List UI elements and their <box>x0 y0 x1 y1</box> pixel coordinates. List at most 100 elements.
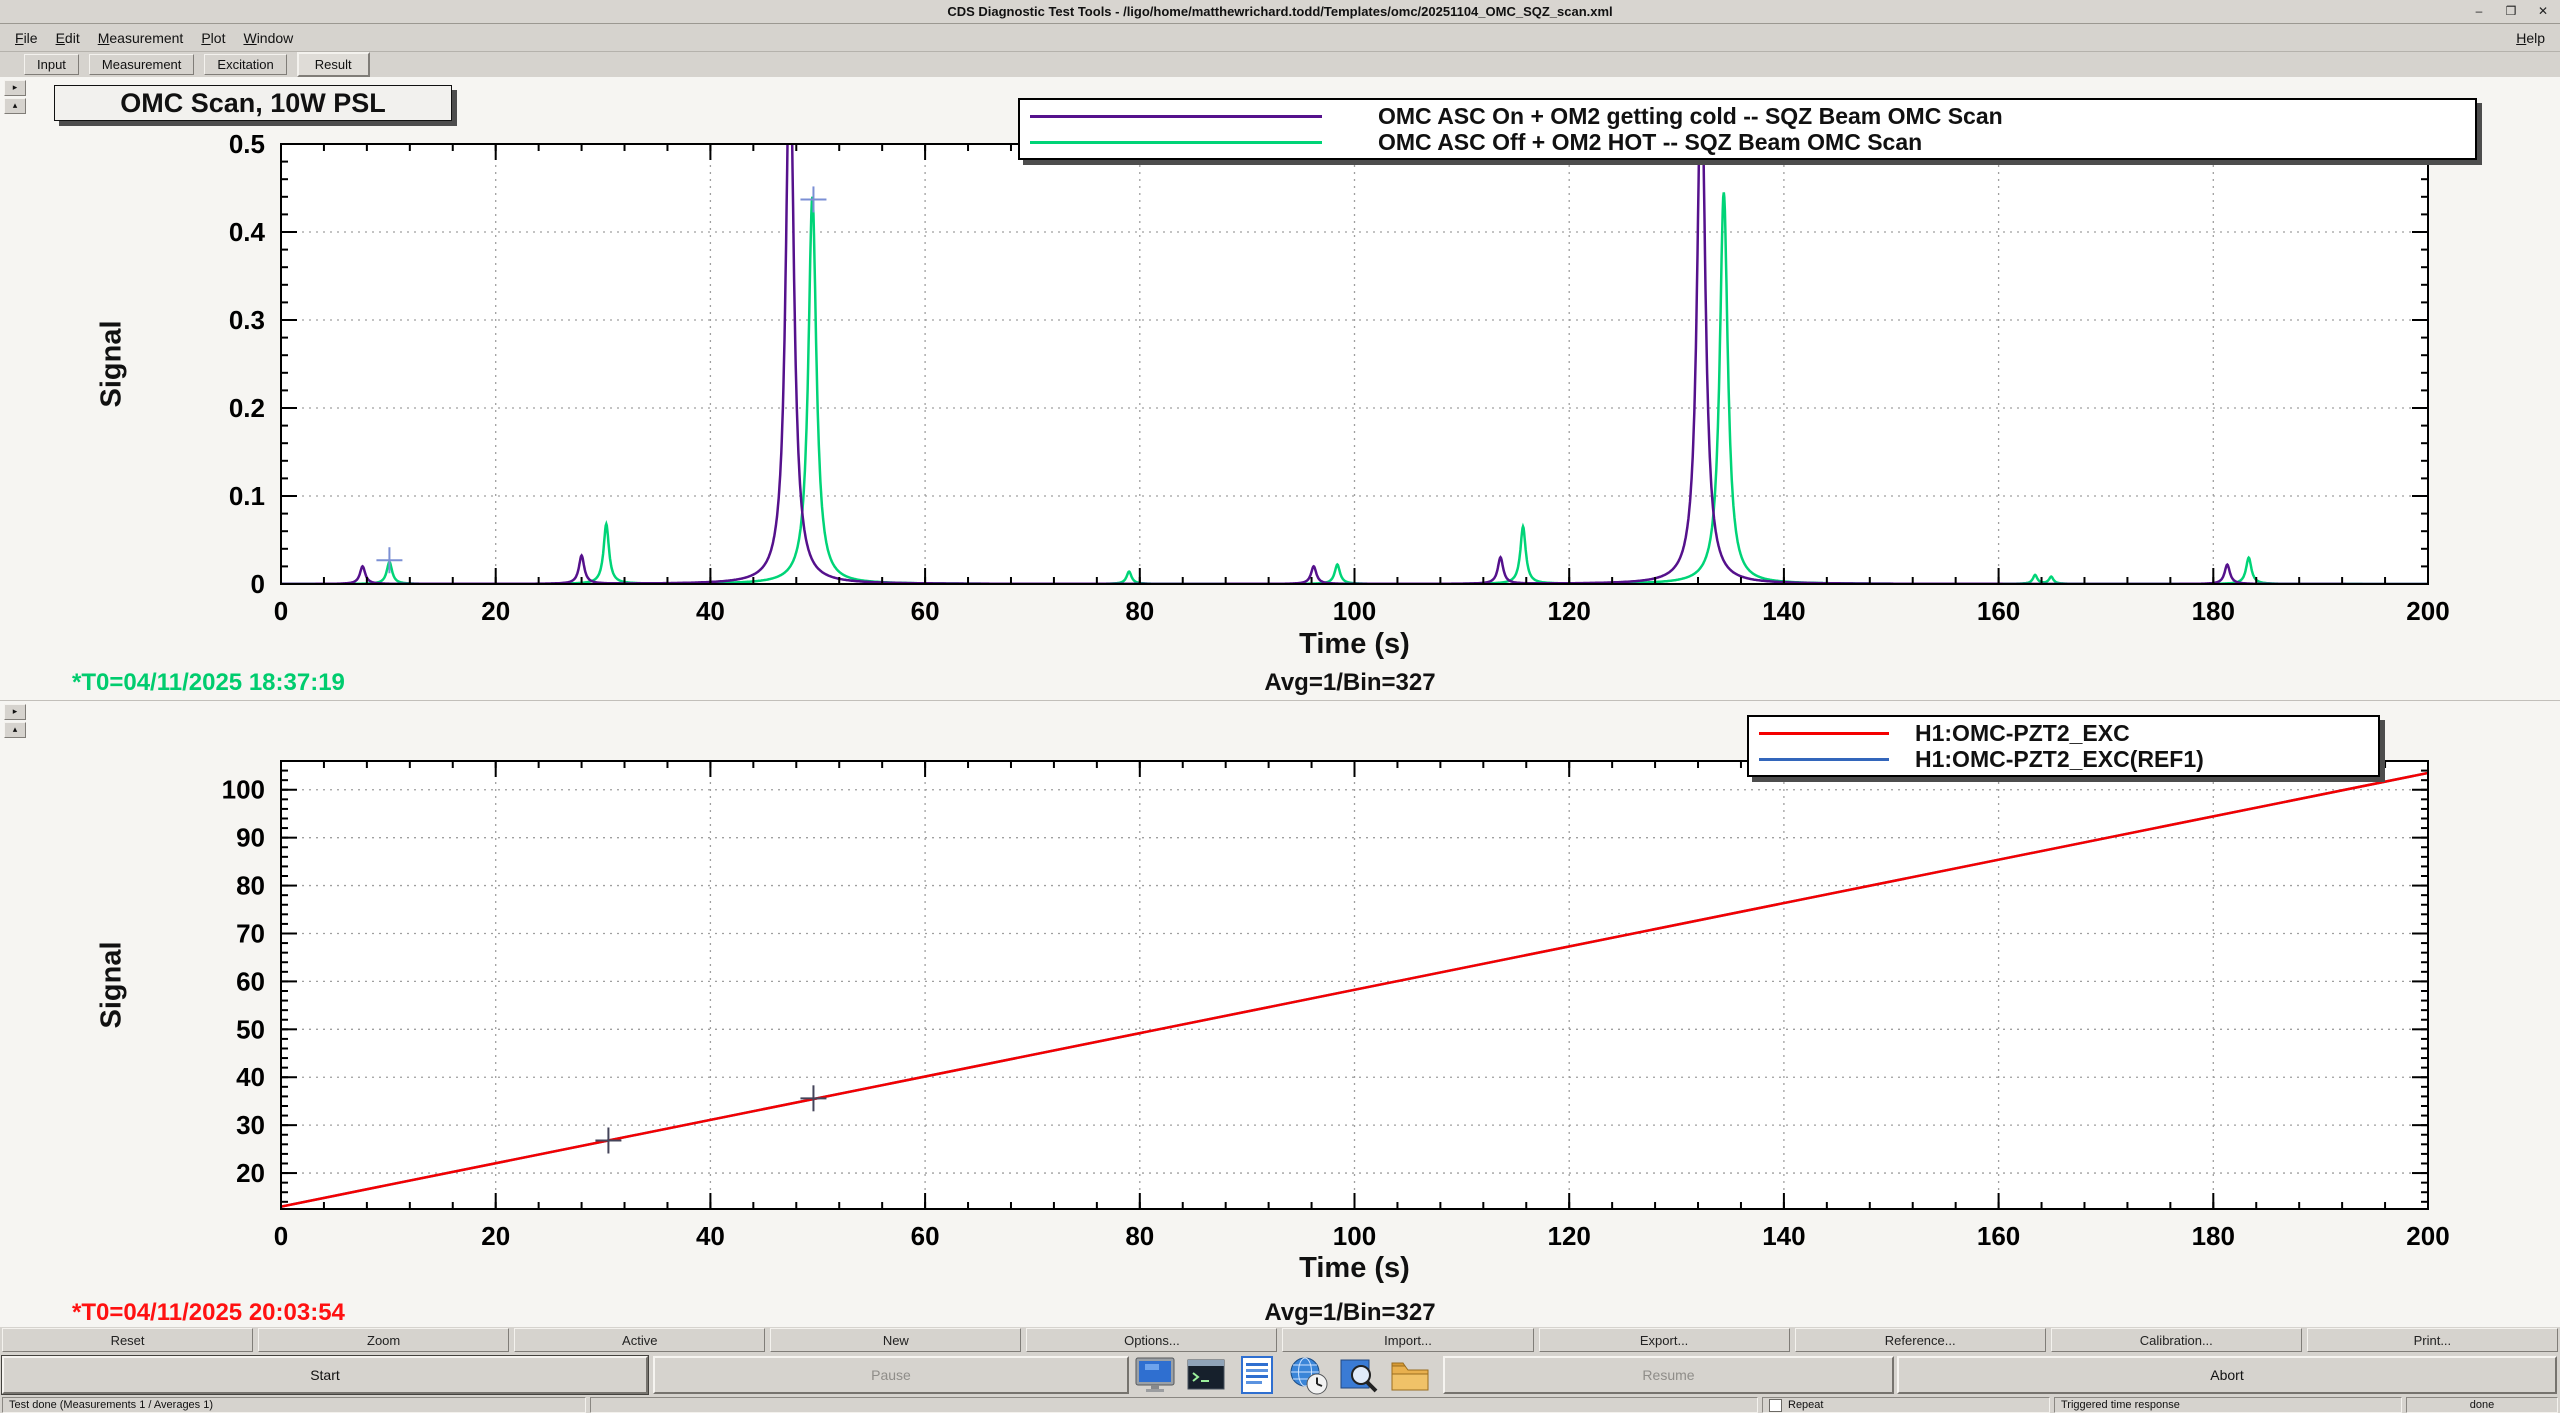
svg-text:0.2: 0.2 <box>229 393 265 423</box>
legend-swatch <box>1759 732 1889 735</box>
legend-top: OMC ASC On + OM2 getting cold -- SQZ Bea… <box>1018 98 2477 160</box>
pane-expand-button[interactable]: ▸ <box>4 704 26 720</box>
import-button[interactable]: Import... <box>1282 1328 1533 1352</box>
avg-bin-label: Avg=1/Bin=327 <box>800 1299 1900 1327</box>
new-button[interactable]: New <box>770 1328 1021 1352</box>
status-state: done <box>2406 1397 2558 1413</box>
legend-label: H1:OMC-PZT2_EXC <box>1915 720 2130 747</box>
status-spacer <box>590 1397 1758 1413</box>
svg-text:50: 50 <box>236 1014 265 1044</box>
pane-collapse-button[interactable]: ▴ <box>4 722 26 738</box>
menu-item-edit[interactable]: Edit <box>47 27 89 49</box>
plot-panel-top: 02040608010012014016018020000.10.20.30.4… <box>0 77 2560 700</box>
menu-item-plot[interactable]: Plot <box>192 27 234 49</box>
start-button[interactable]: Start <box>2 1356 648 1394</box>
launcher-icons <box>1133 1353 1432 1397</box>
maximize-button[interactable]: ❒ <box>2500 1 2522 20</box>
tab-measurement[interactable]: Measurement <box>89 54 194 75</box>
svg-text:160: 160 <box>1977 1221 2020 1251</box>
svg-text:80: 80 <box>1125 1221 1154 1251</box>
menu-item-help[interactable]: Help <box>2507 27 2554 49</box>
tab-input[interactable]: Input <box>24 54 79 75</box>
svg-text:160: 160 <box>1977 596 2020 626</box>
close-button[interactable]: ✕ <box>2532 1 2554 20</box>
svg-text:140: 140 <box>1762 1221 1805 1251</box>
close-icon: ✕ <box>2538 4 2548 18</box>
menubar: File Edit Measurement Plot Window Help <box>0 24 2560 52</box>
legend-entry: OMC ASC On + OM2 getting cold -- SQZ Bea… <box>1030 103 2465 129</box>
legend-label: OMC ASC Off + OM2 HOT -- SQZ Beam OMC Sc… <box>1378 129 1922 156</box>
svg-text:40: 40 <box>236 1062 265 1092</box>
app-window: CDS Diagnostic Test Tools - /ligo/home/m… <box>0 0 2560 1413</box>
pane-expand-button[interactable]: ▸ <box>4 80 26 96</box>
calibration-button[interactable]: Calibration... <box>2051 1328 2302 1352</box>
svg-text:0.4: 0.4 <box>229 217 266 247</box>
pane-collapse-button[interactable]: ▴ <box>4 98 26 114</box>
pause-button[interactable]: Pause <box>653 1356 1129 1394</box>
measurement-controls: Start Pause Resume Abort <box>0 1353 2560 1397</box>
svg-text:100: 100 <box>1333 1221 1376 1251</box>
monitor-icon[interactable] <box>1133 1353 1177 1397</box>
svg-text:20: 20 <box>236 1158 265 1188</box>
magnifier-icon[interactable] <box>1337 1353 1381 1397</box>
y-axis-label: Signal <box>96 320 129 407</box>
zoom-button[interactable]: Zoom <box>258 1328 509 1352</box>
y-axis-label: Signal <box>96 941 129 1028</box>
menu-item-window[interactable]: Window <box>234 27 302 49</box>
svg-text:140: 140 <box>1762 596 1805 626</box>
folder-icon[interactable] <box>1388 1353 1432 1397</box>
globe-clock-icon[interactable] <box>1286 1353 1330 1397</box>
reference-button[interactable]: Reference... <box>1795 1328 2046 1352</box>
minimize-button[interactable]: – <box>2468 1 2490 20</box>
repeat-checkbox[interactable] <box>1769 1399 1782 1412</box>
export-button[interactable]: Export... <box>1539 1328 1790 1352</box>
svg-text:60: 60 <box>236 966 265 996</box>
plot-panel-bottom: 0204060801001201401601802002030405060708… <box>0 700 2560 1327</box>
window-controls: – ❒ ✕ <box>2468 1 2554 20</box>
svg-text:200: 200 <box>2406 596 2449 626</box>
pane-controls-bottom: ▸ ▴ <box>4 704 26 738</box>
svg-text:0: 0 <box>274 596 288 626</box>
tab-result[interactable]: Result <box>297 52 370 77</box>
terminal-icon[interactable] <box>1184 1353 1228 1397</box>
t0-label: *T0=04/11/2025 20:03:54 <box>72 1299 345 1327</box>
menu-item-file[interactable]: File <box>6 27 47 49</box>
statusbar: Test done (Measurements 1 / Averages 1) … <box>0 1397 2560 1413</box>
svg-text:80: 80 <box>236 871 265 901</box>
svg-text:20: 20 <box>481 596 510 626</box>
svg-text:200: 200 <box>2406 1221 2449 1251</box>
reset-button[interactable]: Reset <box>2 1328 253 1352</box>
svg-text:60: 60 <box>911 596 940 626</box>
minimize-icon: – <box>2476 4 2483 18</box>
status-mode: Triggered time response <box>2054 1397 2402 1413</box>
active-button[interactable]: Active <box>514 1328 765 1352</box>
maximize-icon: ❒ <box>2506 4 2517 18</box>
svg-text:120: 120 <box>1548 596 1591 626</box>
legend-entry: H1:OMC-PZT2_EXC(REF1) <box>1759 746 2368 772</box>
svg-text:0.1: 0.1 <box>229 481 265 511</box>
print-button[interactable]: Print... <box>2307 1328 2558 1352</box>
plot-title: OMC Scan, 10W PSL <box>120 88 386 119</box>
t0-label: *T0=04/11/2025 18:37:19 <box>72 669 345 697</box>
resume-button[interactable]: Resume <box>1443 1356 1894 1394</box>
toolbar: Reset Zoom Active New Options... Import.… <box>0 1327 2560 1353</box>
legend-bottom: H1:OMC-PZT2_EXC H1:OMC-PZT2_EXC(REF1) <box>1747 715 2380 777</box>
legend-swatch <box>1030 115 1322 118</box>
menu-item-measurement[interactable]: Measurement <box>89 27 193 49</box>
legend-entry: OMC ASC Off + OM2 HOT -- SQZ Beam OMC Sc… <box>1030 129 2465 155</box>
svg-text:40: 40 <box>696 1221 725 1251</box>
tab-excitation[interactable]: Excitation <box>204 54 286 75</box>
svg-text:90: 90 <box>236 823 265 853</box>
abort-button[interactable]: Abort <box>1897 1356 2557 1394</box>
document-list-icon[interactable] <box>1235 1353 1279 1397</box>
avg-bin-label: Avg=1/Bin=327 <box>800 669 1900 697</box>
options-button[interactable]: Options... <box>1026 1328 1277 1352</box>
window-titlebar: CDS Diagnostic Test Tools - /ligo/home/m… <box>0 0 2560 24</box>
tabbar: Input Measurement Excitation Result <box>0 52 2560 78</box>
legend-swatch <box>1759 758 1889 761</box>
plot-canvas-top[interactable]: 02040608010012014016018020000.10.20.30.4… <box>0 77 2560 700</box>
plot-canvas-bottom[interactable]: 0204060801001201401601802002030405060708… <box>0 701 2560 1328</box>
status-repeat: Repeat <box>1762 1397 2050 1413</box>
svg-text:30: 30 <box>236 1110 265 1140</box>
svg-text:0: 0 <box>251 569 265 599</box>
